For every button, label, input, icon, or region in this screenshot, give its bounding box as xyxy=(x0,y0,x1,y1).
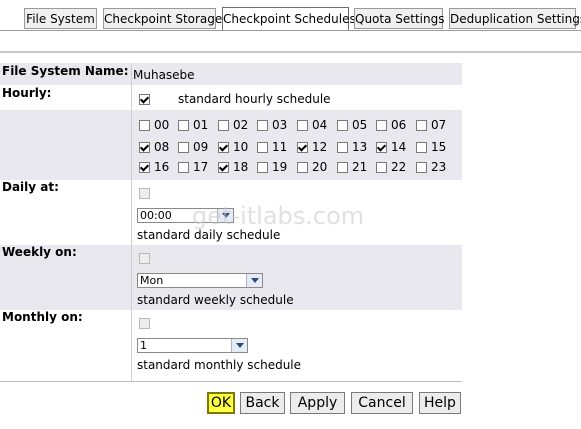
monthly-day-select[interactable]: 1 xyxy=(137,338,248,353)
hour-label: 16 xyxy=(154,160,170,174)
hour-label: 18 xyxy=(233,160,249,174)
hour-label: 19 xyxy=(272,160,288,174)
file-system-name-label: File System Name: xyxy=(2,64,129,78)
tab-checkpoint-schedules[interactable]: Checkpoint Schedules xyxy=(222,7,356,31)
hour-checkbox[interactable] xyxy=(257,162,268,173)
tab-file-system[interactable]: File System xyxy=(24,8,97,29)
daily-schedule-label: standard daily schedule xyxy=(137,228,281,242)
chevron-down-icon[interactable] xyxy=(246,274,262,287)
hour-checkbox[interactable] xyxy=(139,142,150,153)
hour-label: 04 xyxy=(312,118,328,132)
hour-checkbox[interactable] xyxy=(257,142,268,153)
tab-bar: File System Checkpoint Storage Checkpoin… xyxy=(0,0,581,32)
hour-checkbox[interactable] xyxy=(376,120,387,131)
hour-label: 11 xyxy=(272,140,288,154)
hour-checkbox[interactable] xyxy=(416,162,427,173)
hour-checkbox[interactable] xyxy=(257,120,268,131)
hour-label: 14 xyxy=(391,140,407,154)
hour-checkbox[interactable] xyxy=(297,120,308,131)
hour-label: 23 xyxy=(431,160,447,174)
monthly-schedule-label: standard monthly schedule xyxy=(137,358,302,372)
daily-row: Daily at: 00:00 standard daily schedule xyxy=(0,180,462,245)
hour-checkbox[interactable] xyxy=(416,120,427,131)
hour-checkbox[interactable] xyxy=(337,120,348,131)
daily-at-label: Daily at: xyxy=(2,180,59,194)
hour-label: 06 xyxy=(391,118,407,132)
ok-button[interactable]: OK xyxy=(207,392,235,414)
hour-checkbox[interactable] xyxy=(337,142,348,153)
daily-time-value: 00:00 xyxy=(140,209,172,222)
hour-label: 00 xyxy=(154,118,170,132)
hour-checkbox[interactable] xyxy=(139,162,150,173)
hour-checkbox[interactable] xyxy=(376,162,387,173)
hour-label: 10 xyxy=(233,140,249,154)
hours-grid-row: 00 01 02 03 04 05 06 07 08 09 10 11 12 13 14 15 16 17 18 19… xyxy=(0,110,462,180)
file-system-name-value: Muhasebe xyxy=(133,68,195,82)
tab-quota-settings[interactable]: Quota Settings xyxy=(354,8,444,29)
column-divider xyxy=(131,63,132,381)
form-bottom-divider xyxy=(0,381,462,382)
hour-checkbox[interactable] xyxy=(178,120,189,131)
hour-label: 21 xyxy=(352,160,368,174)
back-button[interactable]: Back xyxy=(240,392,285,414)
hour-checkbox[interactable] xyxy=(416,142,427,153)
hour-label: 02 xyxy=(233,118,249,132)
weekly-checkbox[interactable] xyxy=(139,253,150,264)
hourly-label: Hourly: xyxy=(2,86,52,100)
hour-label: 07 xyxy=(431,118,447,132)
hour-checkbox[interactable] xyxy=(297,142,308,153)
cancel-button[interactable]: Cancel xyxy=(351,392,413,414)
weekly-on-label: Weekly on: xyxy=(2,245,77,259)
hour-checkbox[interactable] xyxy=(218,142,229,153)
daily-checkbox[interactable] xyxy=(139,188,150,199)
chevron-down-icon[interactable] xyxy=(231,339,247,352)
hour-checkbox[interactable] xyxy=(337,162,348,173)
section-separator xyxy=(0,51,581,53)
monthly-day-value: 1 xyxy=(140,339,147,352)
monthly-checkbox[interactable] xyxy=(139,318,150,329)
hour-label: 17 xyxy=(193,160,209,174)
hour-checkbox[interactable] xyxy=(139,120,150,131)
hour-checkbox[interactable] xyxy=(178,162,189,173)
weekly-day-select[interactable]: Mon xyxy=(137,273,263,288)
hour-label: 05 xyxy=(352,118,368,132)
hour-label: 15 xyxy=(431,140,447,154)
weekly-day-value: Mon xyxy=(140,274,164,287)
tab-divider xyxy=(0,30,581,31)
monthly-on-label: Monthly on: xyxy=(2,310,83,324)
hour-label: 12 xyxy=(312,140,328,154)
hour-label: 01 xyxy=(193,118,209,132)
monthly-row: Monthly on: 1 standard monthly schedule xyxy=(0,310,462,380)
weekly-row: Weekly on: Mon standard weekly schedule xyxy=(0,245,462,310)
hour-label: 09 xyxy=(193,140,209,154)
hour-checkbox[interactable] xyxy=(178,142,189,153)
hourly-schedule-checkbox[interactable] xyxy=(139,94,150,105)
daily-time-select[interactable]: 00:00 xyxy=(137,208,234,223)
tab-deduplication-settings[interactable]: Deduplication Settings xyxy=(449,8,581,29)
hour-checkbox[interactable] xyxy=(376,142,387,153)
hourly-schedule-label: standard hourly schedule xyxy=(178,92,331,106)
hour-label: 08 xyxy=(154,140,170,154)
apply-button[interactable]: Apply xyxy=(290,392,345,414)
weekly-schedule-label: standard weekly schedule xyxy=(137,293,294,307)
help-button[interactable]: Help xyxy=(419,392,461,414)
hour-checkbox[interactable] xyxy=(218,162,229,173)
hour-label: 22 xyxy=(391,160,407,174)
hour-checkbox[interactable] xyxy=(297,162,308,173)
chevron-down-icon[interactable] xyxy=(217,209,233,222)
tab-checkpoint-storage[interactable]: Checkpoint Storage xyxy=(103,8,222,29)
hour-checkbox[interactable] xyxy=(218,120,229,131)
file-system-row: File System Name: Muhasebe xyxy=(0,63,462,85)
hourly-row: Hourly: standard hourly schedule xyxy=(0,85,462,110)
hour-label: 03 xyxy=(272,118,288,132)
hour-label: 13 xyxy=(352,140,368,154)
hour-label: 20 xyxy=(312,160,328,174)
